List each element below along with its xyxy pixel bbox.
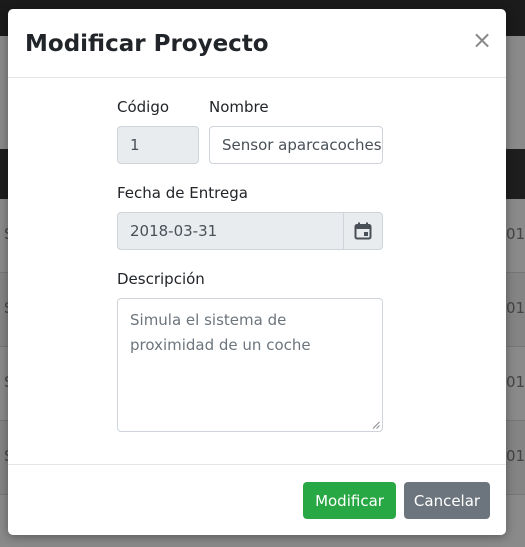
modal-title: Modificar Proyecto [25,31,269,57]
nombre-value: Sensor aparcacoches [222,136,382,154]
nombre-label: Nombre [209,98,269,116]
nombre-field[interactable]: Sensor aparcacoches [209,126,383,164]
fecha-label: Fecha de Entrega [117,184,248,202]
modificar-button[interactable]: Modificar [303,482,396,519]
codigo-field[interactable]: 1 [117,126,199,164]
descripcion-value: Simula el sistema de proximidad de un co… [130,311,311,354]
resize-handle-icon[interactable] [372,421,380,429]
cancelar-button[interactable]: Cancelar [404,482,490,519]
calendar-button[interactable] [343,212,383,250]
descripcion-textarea[interactable]: Simula el sistema de proximidad de un co… [117,298,383,432]
modal-header: Modificar Proyecto × [8,9,506,78]
close-icon: × [471,26,493,54]
close-button[interactable]: × [471,27,493,53]
codigo-value: 1 [130,136,140,154]
fecha-field[interactable]: 2018-03-31 [117,212,344,250]
modal-footer: Modificar Cancelar [8,464,506,536]
descripcion-label: Descripción [117,270,205,288]
codigo-label: Código [117,98,170,116]
calendar-icon [354,222,372,240]
edit-project-modal: Modificar Proyecto × Código 1 Nombre Sen… [8,9,506,535]
fecha-value: 2018-03-31 [130,222,218,240]
